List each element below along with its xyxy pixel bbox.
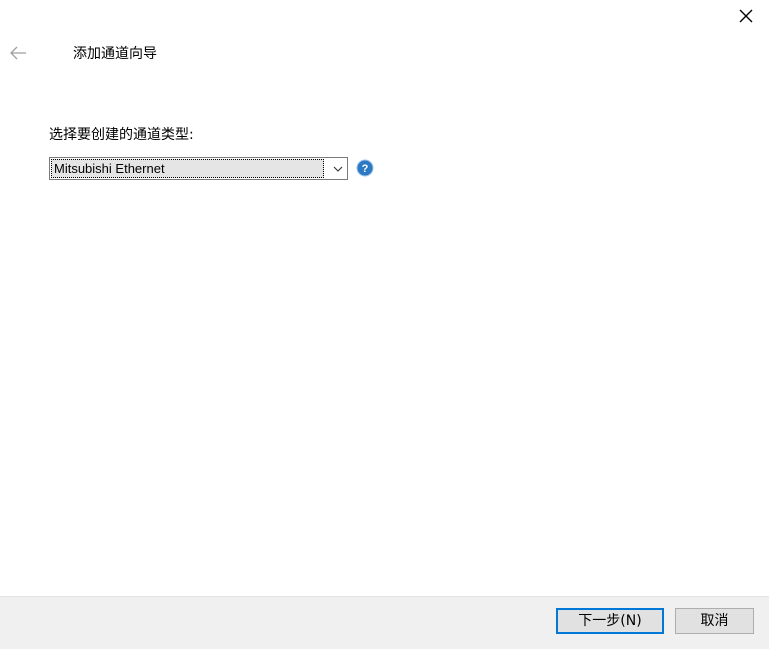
channel-type-selected-value: Mitsubishi Ethernet: [51, 159, 324, 178]
dialog-footer: 下一步(N) 取消: [0, 596, 769, 649]
back-arrow-icon: [10, 46, 26, 60]
help-icon: ?: [356, 159, 374, 177]
help-button[interactable]: ?: [356, 159, 374, 177]
close-button[interactable]: [735, 5, 757, 27]
channel-type-select[interactable]: Mitsubishi Ethernet: [49, 157, 348, 180]
chevron-down-icon: [333, 166, 343, 172]
channel-type-prompt: 选择要创建的通道类型:: [49, 127, 194, 143]
back-button[interactable]: [8, 44, 28, 62]
close-icon: [739, 9, 753, 23]
add-channel-wizard-dialog: 添加通道向导 选择要创建的通道类型: Mitsubishi Ethernet ?…: [0, 0, 769, 649]
next-button[interactable]: 下一步(N): [556, 608, 664, 634]
svg-text:?: ?: [362, 163, 369, 175]
cancel-button[interactable]: 取消: [675, 608, 754, 634]
wizard-title: 添加通道向导: [73, 46, 157, 62]
